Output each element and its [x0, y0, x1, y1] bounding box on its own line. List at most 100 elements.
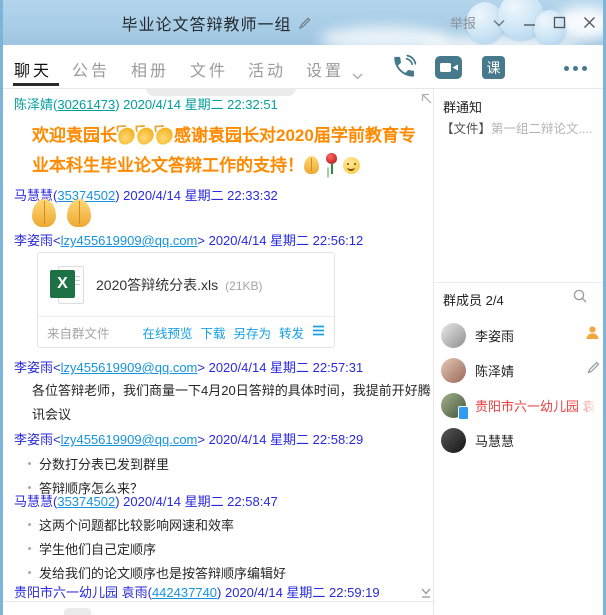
sender-id-link[interactable]: 30261473 [57, 97, 115, 112]
tab-settings[interactable]: 设置 [306, 57, 344, 81]
message-sender-line: 李姿雨<lzy455619909@qq.com> 2020/4/14 星期二 2… [14, 359, 363, 377]
file-size: (21KB) [225, 279, 262, 293]
folded-hands-emoji-icon [67, 199, 91, 227]
file-source: 来自群文件 [47, 323, 110, 342]
sidebar-divider [433, 88, 434, 615]
download-link[interactable]: 下载 [200, 323, 225, 342]
class-icon[interactable]: 课 [482, 56, 505, 79]
edit-member-icon[interactable] [586, 360, 601, 380]
sender-name: 贵阳市六一幼儿园 袁雨( [14, 585, 152, 600]
sender-name: 马慧慧( [14, 494, 57, 509]
group-notice-item[interactable]: 【文件】第一组二辩论文.... [441, 118, 599, 137]
report-button[interactable]: 举报 [450, 13, 476, 32]
minimize-button[interactable] [522, 16, 536, 30]
message-sender-line: 马慧慧(35374502) 2020/4/14 星期二 22:58:47 [14, 493, 278, 511]
group-owner-icon [584, 324, 601, 346]
member-name: 马慧慧 [475, 431, 514, 450]
tab-activities[interactable]: 活动 [248, 57, 286, 81]
edit-title-icon[interactable] [298, 16, 312, 30]
message-emoji-row [32, 199, 91, 229]
notice-tag: 【文件】 [441, 122, 491, 136]
file-card[interactable]: X 2020答辩统分表.xls(21KB) 来自群文件 在线预览 下载 另存为 … [37, 252, 335, 348]
tab-bar: 聊天 公告 相册 文件 活动 设置 课 [3, 45, 603, 88]
member-name: 陈泽婧 [475, 361, 514, 380]
sidebar-section-divider [434, 282, 603, 283]
clap-emoji-icon [135, 126, 156, 146]
sender-name: 陈泽婧( [14, 97, 57, 112]
message-text: 欢迎袁园长 [32, 126, 117, 145]
clap-emoji-icon [116, 126, 137, 146]
message-sender-line: 陈泽婧(30261473) 2020/4/14 星期二 22:32:51 [14, 96, 278, 114]
scroll-to-bottom-icon[interactable] [418, 585, 434, 605]
sender-id-link[interactable]: 442437740 [152, 585, 217, 600]
bullet-item: 学生他们自己定顺序 [14, 536, 286, 560]
file-name: 2020答辩统分表.xls(21KB) [96, 275, 263, 295]
qq-group-chat-window: 毕业论文答辩教师一组 举报 聊天 公告 相册 文件 活动 [0, 0, 606, 615]
message-timestamp: > 2020/4/14 星期二 22:56:12 [197, 233, 363, 248]
sender-id-link[interactable]: 35374502 [57, 494, 115, 509]
member-name: 贵阳市六一幼儿园 袁雨 [475, 396, 597, 415]
notice-text: 第一组二辩论文.... [491, 122, 592, 136]
avatar[interactable] [441, 358, 466, 383]
preview-online-link[interactable]: 在线预览 [142, 323, 192, 342]
member-row[interactable]: 马慧慧 [441, 427, 601, 453]
bullet-item: 这两个问题都比较影响网速和效率 [14, 512, 286, 536]
member-name: 李姿雨 [475, 326, 514, 345]
mobile-online-badge [458, 406, 469, 420]
message-text-highlight: 欢迎袁园长感谢袁园长对2020届学前教育专业本科生毕业论文答辩工作的支持！ [32, 121, 430, 181]
clap-emoji-icon [154, 126, 175, 146]
voice-call-icon[interactable] [391, 54, 417, 85]
member-row[interactable]: 贵阳市六一幼儿园 袁雨 [441, 392, 601, 418]
more-icon[interactable] [564, 66, 587, 71]
avatar[interactable] [441, 323, 466, 348]
message-sender-line: 李姿雨<lzy455619909@qq.com> 2020/4/14 星期二 2… [14, 232, 363, 250]
excel-file-icon: X [48, 263, 86, 305]
group-notice-title: 群通知 [443, 97, 482, 116]
sender-email-link[interactable]: lzy455619909@qq.com [61, 432, 198, 447]
message-timestamp: > 2020/4/14 星期二 22:58:29 [197, 432, 363, 447]
tab-announcements[interactable]: 公告 [72, 57, 110, 81]
sender-name: 李姿雨< [14, 360, 61, 375]
file-card-top: X 2020答辩统分表.xls(21KB) [38, 253, 334, 316]
folded-hands-emoji-icon [32, 199, 56, 227]
group-title: 毕业论文答辩教师一组 [121, 11, 291, 35]
message-timestamp: ) 2020/4/14 星期二 22:32:51 [115, 97, 278, 112]
tab-files[interactable]: 文件 [190, 57, 228, 81]
titlebar: 毕业论文答辩教师一组 举报 [0, 0, 606, 45]
video-call-icon[interactable] [435, 56, 462, 84]
message-text: 各位答辩老师，我们商量一下4月20日答辩的具体时间，我提前开好腾讯会议 [32, 379, 434, 427]
member-row[interactable]: 李姿雨 [441, 322, 601, 348]
message-timestamp: ) 2020/4/14 星期二 22:33:32 [115, 188, 278, 203]
settings-chevron-down-icon[interactable] [352, 67, 363, 85]
tabbar-divider [3, 88, 603, 89]
save-as-link[interactable]: 另存为 [233, 323, 271, 342]
message-bullet-list: 这两个问题都比较影响网速和效率 学生他们自己定顺序 发给我们的论文顺序也是按答辩… [14, 512, 286, 584]
avatar[interactable] [441, 393, 466, 418]
input-area-divider [3, 601, 433, 602]
bullet-item: 分数打分表已发到群里 [14, 451, 169, 475]
titlebar-chevron-down-icon[interactable] [492, 16, 506, 30]
message-timestamp: ) 2020/4/14 星期二 22:59:19 [217, 585, 380, 600]
input-toolbar-pill [64, 608, 91, 615]
sender-email-link[interactable]: lzy455619909@qq.com [61, 360, 198, 375]
maximize-button[interactable] [552, 16, 566, 30]
message-timestamp: ) 2020/4/14 星期二 22:58:47 [115, 494, 278, 509]
message-sender-line: 贵阳市六一幼儿园 袁雨(442437740) 2020/4/14 星期二 22:… [14, 584, 380, 602]
close-button[interactable] [582, 16, 596, 30]
smile-emoji-icon [343, 157, 360, 174]
forward-link[interactable]: 转发 [279, 323, 304, 342]
search-members-icon[interactable] [572, 288, 588, 309]
collapse-panel-icon[interactable] [420, 92, 433, 110]
file-menu-icon[interactable] [312, 325, 325, 339]
tab-album[interactable]: 相册 [131, 57, 169, 81]
avatar[interactable] [441, 428, 466, 453]
member-row[interactable]: 陈泽婧 [441, 357, 601, 383]
folded-hands-emoji-icon [304, 156, 319, 174]
tab-chat[interactable]: 聊天 [14, 57, 52, 81]
notice-pill [146, 88, 296, 96]
sender-email-link[interactable]: lzy455619909@qq.com [61, 233, 198, 248]
file-card-footer: 来自群文件 在线预览 下载 另存为 转发 [38, 316, 334, 347]
sender-name: 李姿雨< [14, 432, 61, 447]
message-bullet-list: 分数打分表已发到群里 答辩顺序怎么来？ [14, 451, 169, 499]
active-tab-underline [13, 83, 59, 86]
